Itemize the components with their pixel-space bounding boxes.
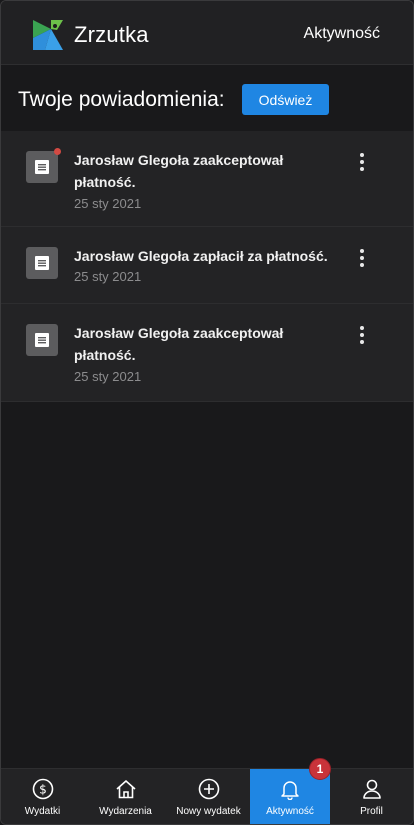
notification-item[interactable]: Jarosław Glegoła zaakceptował płatność. … [1,304,413,402]
nav-label: Wydarzenia [99,806,152,817]
bell-icon [281,781,299,800]
notification-badge: 1 [309,758,331,780]
plus-circle-icon [198,778,219,800]
more-options-icon[interactable] [354,153,370,177]
home-icon [115,780,136,799]
top-bar: Zrzutka Aktywność [1,1,413,65]
app-logo-icon[interactable] [33,20,65,50]
notification-text: Jarosław Glegoła zaakceptował płatność. [74,325,284,363]
user-icon [362,779,381,799]
notification-date: 25 sty 2021 [74,196,142,211]
nav-item-wydatki[interactable]: $ Wydatki [1,769,84,824]
bottom-navigation: $ Wydatki Wydarzenia Nowy wydatek Aktywn… [1,758,413,824]
more-options-icon[interactable] [354,249,370,273]
notification-item[interactable]: Jarosław Glegoła zapłacił za płatność. 2… [1,227,413,304]
notification-date: 25 sty 2021 [74,269,142,284]
notification-list: Jarosław Glegoła zaakceptował płatność. … [1,131,413,402]
notification-text: Jarosław Glegoła zapłacił za płatność. [74,248,328,264]
document-icon [26,247,58,279]
notification-text: Jarosław Glegoła zaakceptował płatność. [74,152,284,190]
page-title: Twoje powiadomienia: [18,88,225,111]
nav-label: Aktywność [266,806,314,817]
document-icon [26,324,58,356]
refresh-button[interactable]: Odśwież [242,84,329,115]
nav-item-aktywnosc[interactable]: Aktywność 1 [250,758,331,824]
unread-indicator [54,148,61,155]
notification-item[interactable]: Jarosław Glegoła zaakceptował płatność. … [1,131,413,227]
app-title: Zrzutka [74,22,149,47]
nav-item-profil[interactable]: Profil [330,769,413,824]
nav-item-wydarzenia[interactable]: Wydarzenia [84,769,167,824]
svg-text:$: $ [39,783,47,797]
activity-link[interactable]: Aktywność [304,25,380,43]
document-icon [26,148,61,183]
notification-date: 25 sty 2021 [74,369,142,384]
nav-item-nowy-wydatek[interactable]: Nowy wydatek [167,769,250,824]
dollar-circle-icon: $ [32,778,53,800]
app-frame: Zrzutka Aktywność Twoje powiadomienia: O… [0,0,414,825]
nav-label: Nowy wydatek [176,806,241,817]
nav-label: Wydatki [24,806,61,817]
more-options-icon[interactable] [354,326,370,350]
nav-label: Profil [360,806,383,817]
